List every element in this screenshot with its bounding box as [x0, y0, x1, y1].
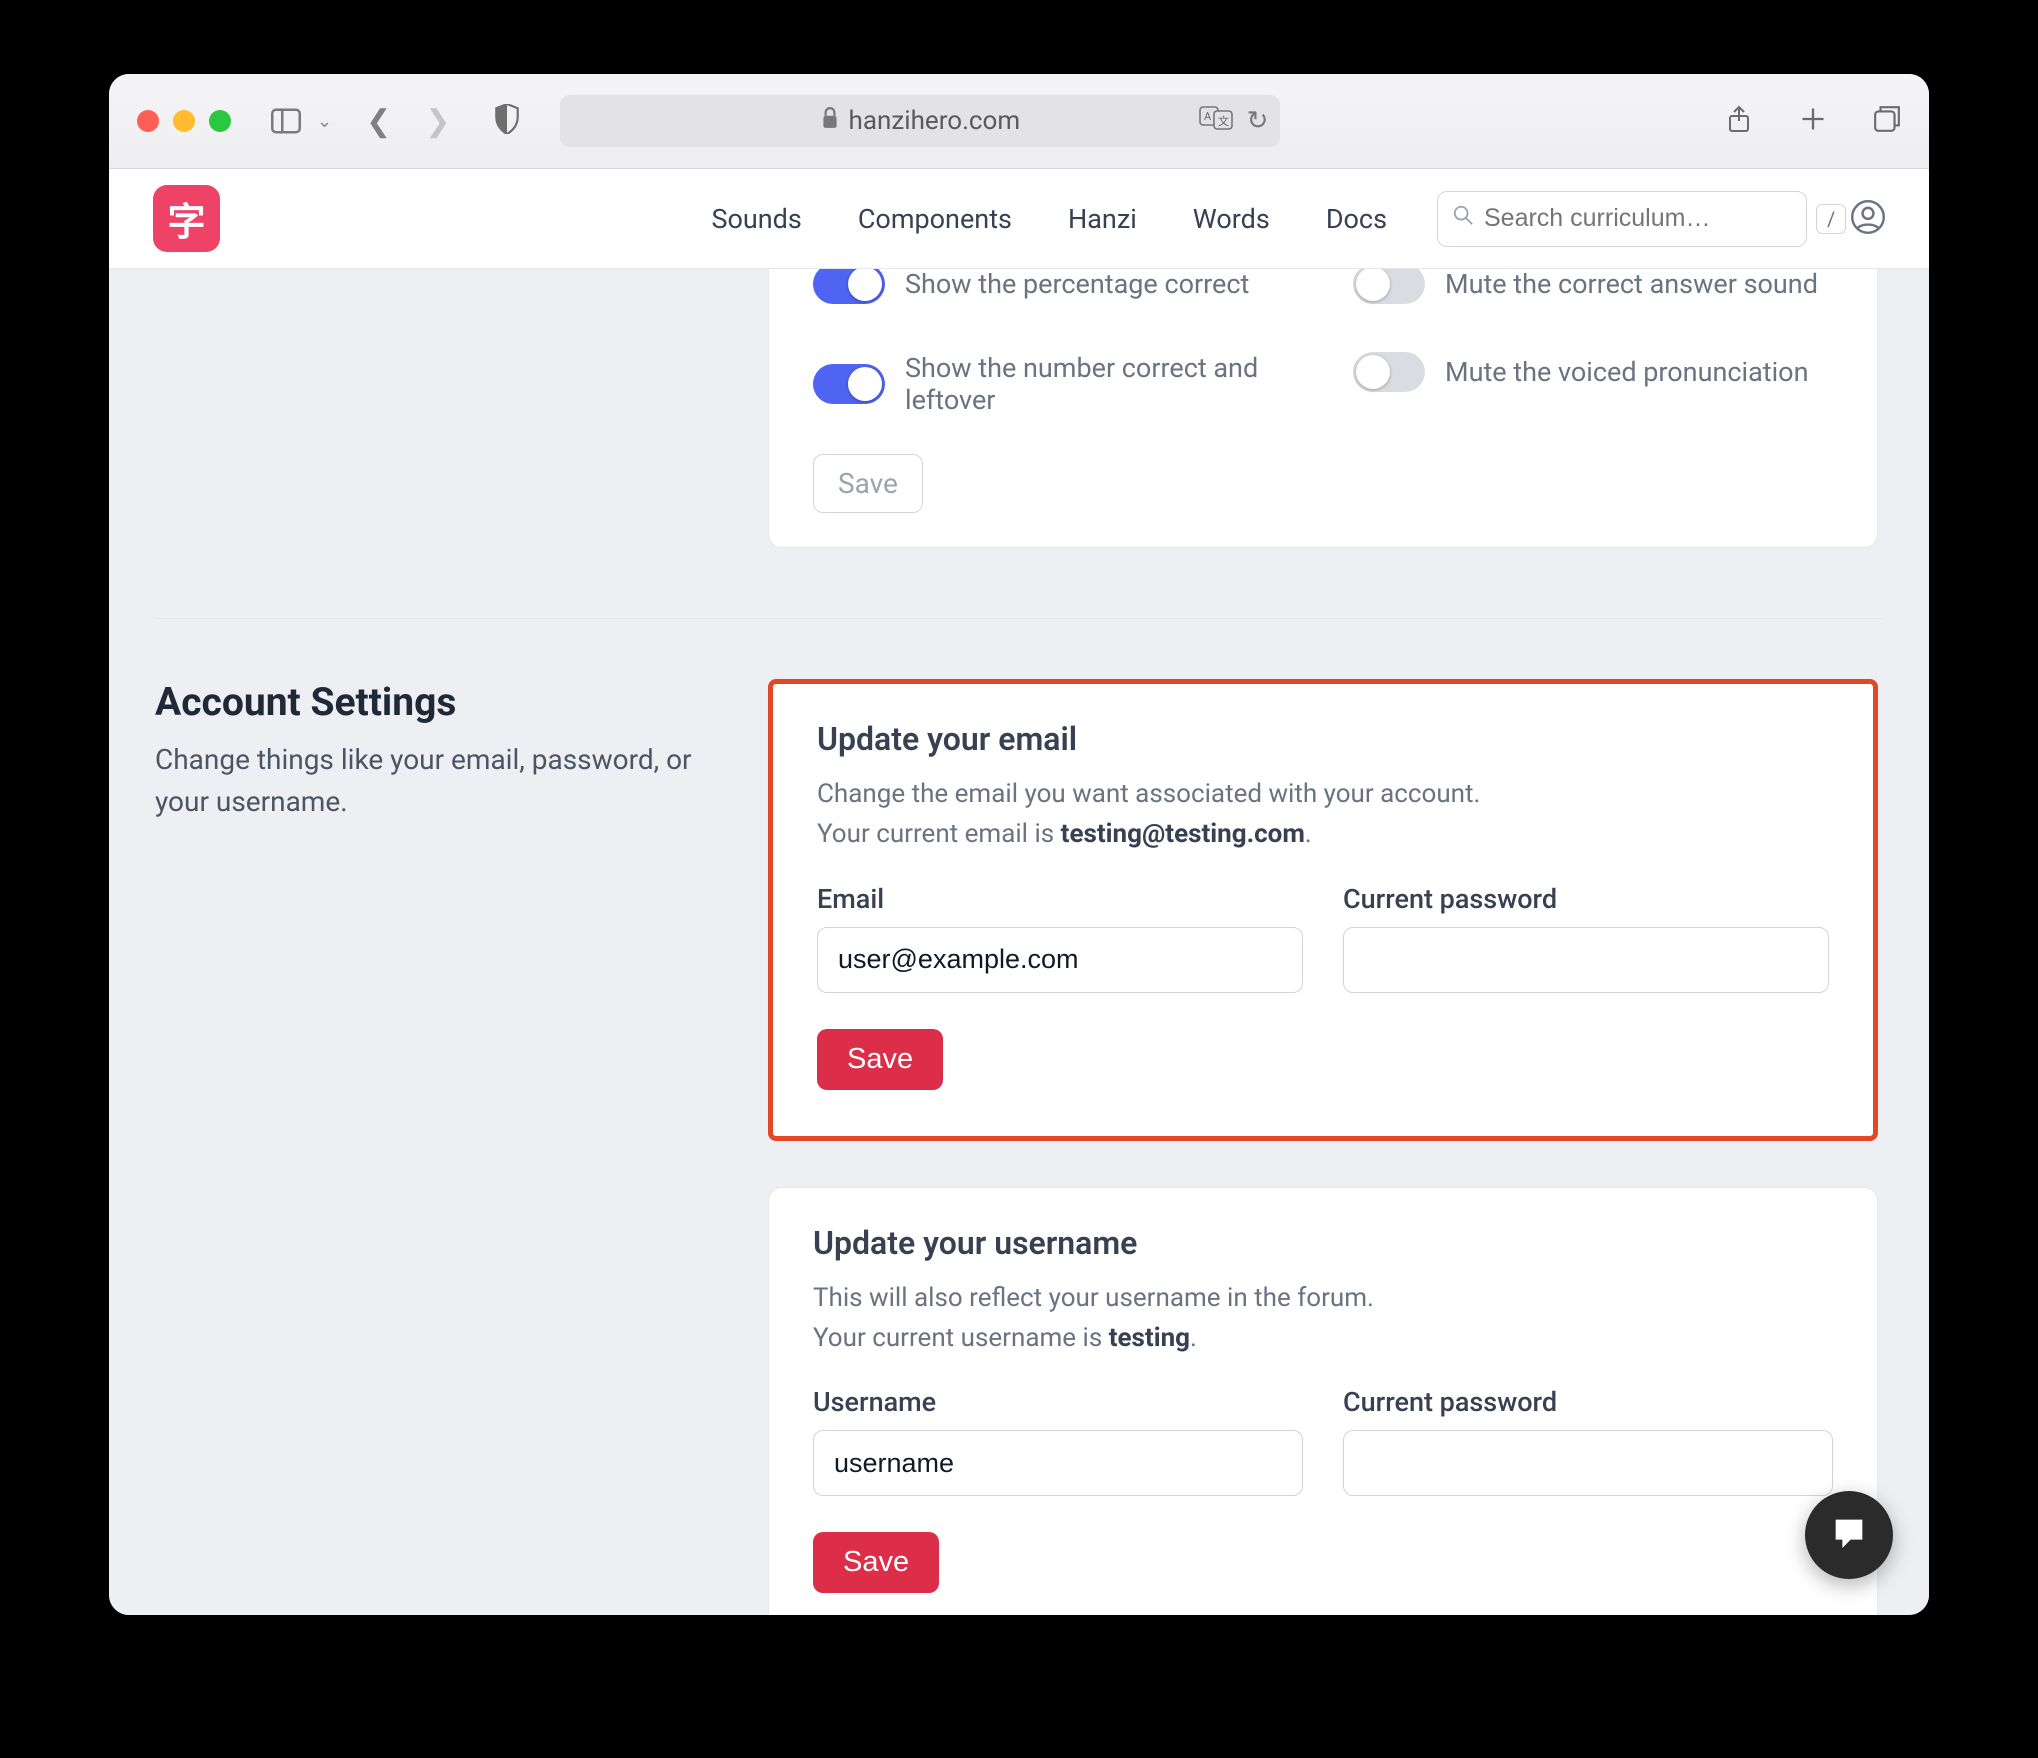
- nav-words[interactable]: Words: [1193, 203, 1270, 235]
- review-settings-card: Show the percentage correct Show the num…: [768, 269, 1878, 548]
- search-icon: [1452, 204, 1474, 233]
- nav-hanzi[interactable]: Hanzi: [1068, 203, 1137, 235]
- toggle-label: Show the percentage correct: [905, 269, 1249, 300]
- forward-button: ❯: [425, 104, 450, 139]
- nav-docs[interactable]: Docs: [1326, 203, 1387, 235]
- account-settings-heading: Account Settings: [155, 679, 728, 725]
- save-email-button[interactable]: Save: [817, 1029, 943, 1090]
- search-box[interactable]: /: [1437, 191, 1807, 247]
- username-input[interactable]: [813, 1430, 1303, 1496]
- logo-char: 字: [167, 191, 205, 246]
- reload-icon[interactable]: ↻: [1247, 106, 1269, 136]
- account-section-header: Account Settings Change things like your…: [155, 679, 768, 1615]
- search-shortcut-hint: /: [1816, 204, 1846, 234]
- desc-line: .: [1305, 819, 1312, 849]
- desc-line: This will also reflect your username in …: [813, 1283, 1374, 1313]
- toggle-switch[interactable]: [813, 269, 885, 304]
- section-divider: [155, 618, 1883, 619]
- nav-components[interactable]: Components: [858, 203, 1012, 235]
- toggle-mute-pronunciation: Mute the voiced pronunciation: [1353, 328, 1833, 416]
- update-email-description: Change the email you want associated wit…: [817, 774, 1829, 855]
- username-current-password-group: Current password: [1343, 1386, 1833, 1496]
- desc-line: Your current username is: [813, 1323, 1109, 1353]
- toggle-switch[interactable]: [1353, 352, 1425, 392]
- app-logo[interactable]: 字: [153, 185, 220, 252]
- email-label: Email: [817, 883, 1303, 915]
- browser-window: ⌄ ❮ ❯ hanzihero.com A 文: [109, 74, 1929, 1615]
- browser-toolbar: ⌄ ❮ ❯ hanzihero.com A 文: [109, 74, 1929, 169]
- current-password-input[interactable]: [1343, 927, 1829, 993]
- save-review-settings-button[interactable]: Save: [813, 454, 923, 513]
- search-input[interactable]: [1484, 204, 1806, 233]
- current-email: testing@testing.com: [1061, 819, 1305, 849]
- new-tab-icon[interactable]: [1799, 105, 1827, 137]
- tab-overview-icon[interactable]: [1873, 105, 1901, 137]
- desc-line: .: [1190, 1323, 1197, 1353]
- save-username-button[interactable]: Save: [813, 1532, 939, 1593]
- toggle-number-correct: Show the number correct and leftover: [813, 328, 1293, 440]
- nav-sounds[interactable]: Sounds: [711, 203, 801, 235]
- chat-icon: [1829, 1513, 1869, 1557]
- translate-icon[interactable]: A 文: [1199, 106, 1233, 137]
- current-password-input[interactable]: [1343, 1430, 1833, 1496]
- email-field-group: Email: [817, 883, 1303, 993]
- window-zoom-button[interactable]: [209, 110, 231, 132]
- url-bar[interactable]: hanzihero.com A 文 ↻: [560, 95, 1280, 147]
- chat-widget-button[interactable]: [1805, 1491, 1893, 1579]
- app-header: 字 Sounds Components Hanzi Words Docs /: [109, 169, 1929, 269]
- current-password-label: Current password: [1343, 1386, 1833, 1418]
- account-settings-description: Change things like your email, password,…: [155, 739, 728, 823]
- current-password-label: Current password: [1343, 883, 1829, 915]
- update-username-title: Update your username: [813, 1224, 1833, 1262]
- email-current-password-group: Current password: [1343, 883, 1829, 993]
- lock-icon: [821, 106, 839, 136]
- desc-line: Change the email you want associated wit…: [817, 779, 1480, 809]
- account-menu-icon[interactable]: [1851, 200, 1885, 238]
- toggle-switch[interactable]: [1353, 269, 1425, 304]
- toggle-label: Show the number correct and leftover: [905, 352, 1293, 416]
- update-username-card: Update your username This will also refl…: [768, 1187, 1878, 1615]
- current-username: testing: [1109, 1323, 1190, 1353]
- privacy-shield-icon[interactable]: [494, 104, 520, 138]
- page-content: Show the percentage correct Show the num…: [109, 269, 1929, 1615]
- toggle-label: Mute the voiced pronunciation: [1445, 356, 1809, 388]
- navigation-arrows: ❮ ❯: [366, 104, 450, 139]
- share-icon[interactable]: [1725, 105, 1753, 137]
- email-input[interactable]: [817, 927, 1303, 993]
- desc-line: Your current email is: [817, 819, 1061, 849]
- window-close-button[interactable]: [137, 110, 159, 132]
- back-button[interactable]: ❮: [366, 104, 391, 139]
- svg-text:A: A: [1204, 110, 1212, 123]
- tab-group-chevron-icon[interactable]: ⌄: [317, 111, 332, 132]
- sidebar-toggle-icon[interactable]: [271, 108, 301, 134]
- window-minimize-button[interactable]: [173, 110, 195, 132]
- primary-nav: Sounds Components Hanzi Words Docs: [711, 203, 1387, 235]
- update-email-card: Update your email Change the email you w…: [768, 679, 1878, 1141]
- update-email-title: Update your email: [817, 720, 1829, 758]
- toggle-label: Mute the correct answer sound: [1445, 269, 1818, 300]
- svg-text:文: 文: [1218, 114, 1229, 128]
- username-label: Username: [813, 1386, 1303, 1418]
- update-username-description: This will also reflect your username in …: [813, 1278, 1833, 1359]
- toggle-mute-correct-sound: Mute the correct answer sound: [1353, 269, 1833, 328]
- toggle-percentage-correct: Show the percentage correct: [813, 269, 1293, 328]
- url-host: hanzihero.com: [849, 106, 1021, 136]
- window-traffic-lights: [137, 110, 231, 132]
- username-field-group: Username: [813, 1386, 1303, 1496]
- toggle-switch[interactable]: [813, 364, 885, 404]
